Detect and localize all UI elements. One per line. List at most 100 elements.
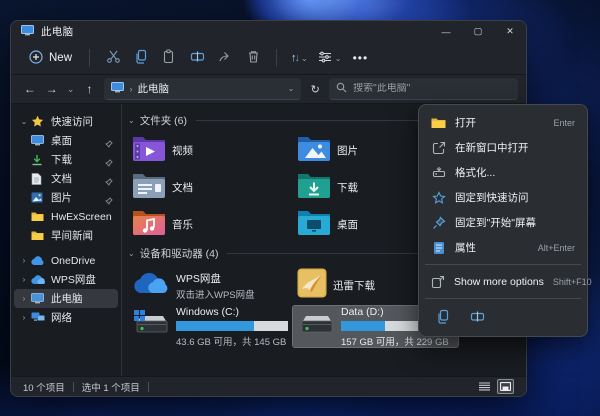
desktop-folder-icon (297, 208, 331, 241)
address-bar[interactable]: › 此电脑 ⌄ (104, 78, 301, 100)
downloads-folder-icon (297, 171, 331, 204)
folder-tile-videos[interactable]: 视频 (128, 132, 293, 169)
pictures-icon (31, 191, 45, 204)
chevron-right-icon[interactable]: › (18, 256, 30, 265)
chevron-down-icon: ⌄ (335, 54, 342, 63)
search-input[interactable] (353, 83, 511, 94)
folder-tile-music[interactable]: 音乐 (128, 206, 293, 243)
sidebar-item-onedrive[interactable]: › OneDrive (14, 251, 118, 270)
menu-item-format[interactable]: 格式化... (423, 160, 583, 185)
chevron-down-icon: ⌄ (301, 54, 308, 63)
breadcrumb[interactable]: 此电脑 (137, 81, 169, 96)
chevron-down-icon[interactable]: ⌄ (18, 117, 30, 126)
window-title: 此电脑 (41, 24, 73, 39)
copy-icon (436, 309, 451, 327)
format-drive-icon (431, 166, 446, 179)
menu-item-open[interactable]: 打开 Enter (423, 110, 583, 135)
menu-item-pin-quick-access[interactable]: 固定到快速访问 (423, 185, 583, 210)
chevron-right-icon[interactable]: › (18, 275, 30, 284)
large-icons-view-button[interactable] (497, 379, 514, 394)
rename-icon (190, 49, 205, 67)
star-icon (31, 115, 45, 128)
share-icon (218, 49, 233, 67)
this-pc-icon (21, 23, 34, 41)
open-new-window-icon (431, 141, 446, 155)
delete-button[interactable] (239, 46, 267, 70)
menu-separator (425, 298, 581, 299)
folder-tile-documents[interactable]: 文档 (128, 169, 293, 206)
device-tile-drive-c[interactable]: Windows (C:) 43.6 GB 可用，共 145 GB (128, 306, 293, 347)
chevron-right-icon[interactable]: › (18, 294, 30, 303)
forward-button[interactable]: → (41, 78, 63, 100)
up-button[interactable]: ↑ (79, 78, 101, 100)
thunder-download-icon (297, 268, 327, 303)
this-pc-icon (111, 80, 124, 98)
pictures-folder-icon (297, 134, 331, 167)
share-button[interactable] (211, 46, 239, 70)
sidebar-item-documents[interactable]: 文档 (14, 169, 118, 188)
sidebar-item-network[interactable]: › 网络 (14, 308, 118, 327)
status-bar: 10 个项目 选中 1 个项目 (11, 376, 526, 396)
sidebar-item-pictures[interactable]: 图片 (14, 188, 118, 207)
sidebar-item-downloads[interactable]: 下载 (14, 150, 118, 169)
trash-icon (246, 49, 261, 67)
title-bar[interactable]: 此电脑 — ▢ ✕ (11, 21, 526, 42)
drive-usage-bar (176, 321, 288, 331)
sidebar-item-wps-cloud[interactable]: › WPS网盘 (14, 270, 118, 289)
chevron-down-icon[interactable]: ⌄ (288, 84, 295, 93)
copy-button[interactable] (431, 307, 455, 329)
close-button[interactable]: ✕ (494, 21, 526, 42)
sidebar-item-zaojianxinwen[interactable]: 早间新闻 (14, 226, 118, 245)
recent-locations-button[interactable]: ⌄ (63, 78, 79, 100)
chevron-right-icon[interactable]: › (18, 313, 30, 322)
sidebar-item-this-pc[interactable]: › 此电脑 (14, 289, 118, 308)
more-options-button[interactable]: ••• (346, 46, 374, 70)
refresh-button[interactable]: ↻ (304, 78, 326, 100)
folder-icon (31, 229, 45, 242)
download-icon (31, 153, 45, 166)
pushpin-icon (431, 216, 446, 230)
view-button[interactable]: ⌄ (313, 46, 347, 70)
device-tile-wps-cloud[interactable]: WPS网盘 双击进入WPS网盘 (128, 265, 293, 306)
new-button-label: New (49, 52, 72, 64)
rename-button[interactable] (183, 46, 211, 70)
documents-folder-icon (132, 171, 166, 204)
paste-button[interactable] (155, 46, 183, 70)
search-box (329, 78, 518, 100)
toolbar-separator (89, 49, 90, 67)
chevron-down-icon[interactable]: ⌄ (128, 249, 135, 258)
selected-count: 选中 1 个项目 (82, 380, 140, 394)
sidebar-item-hwexscreen[interactable]: HwExScreen (14, 207, 118, 226)
music-folder-icon (132, 208, 166, 241)
details-view-button[interactable] (476, 379, 493, 394)
menu-item-properties[interactable]: 属性 Alt+Enter (423, 235, 583, 260)
sidebar-item-desktop[interactable]: 桌面 (14, 131, 118, 150)
search-icon (336, 80, 347, 98)
network-icon (31, 311, 45, 324)
cloud-icon (31, 254, 45, 267)
sort-button[interactable]: ↑↓ ⌄ (286, 46, 313, 70)
menu-quick-actions (423, 303, 583, 331)
status-separator (148, 382, 149, 392)
menu-item-show-more-options[interactable]: Show more options Shift+F10 (423, 269, 583, 294)
chevron-down-icon[interactable]: ⌄ (128, 116, 135, 125)
cut-icon (106, 49, 121, 67)
copy-button[interactable] (127, 46, 155, 70)
drive-icon (297, 309, 335, 344)
menu-item-pin-start[interactable]: 固定到"开始"屏幕 (423, 210, 583, 235)
minimize-button[interactable]: — (430, 21, 462, 42)
folder-open-icon (431, 117, 446, 129)
toolbar-separator (276, 49, 277, 67)
rename-button[interactable] (465, 307, 489, 329)
maximize-button[interactable]: ▢ (462, 21, 494, 42)
back-button[interactable]: ← (19, 78, 41, 100)
properties-icon (431, 241, 446, 255)
star-outline-icon (431, 191, 446, 205)
sidebar-item-quick-access[interactable]: ⌄ 快速访问 (14, 112, 118, 131)
document-icon (31, 172, 45, 185)
cut-button[interactable] (99, 46, 127, 70)
new-button[interactable]: New (21, 46, 80, 71)
folder-icon (31, 210, 45, 223)
menu-item-open-new-window[interactable]: 在新窗口中打开 (423, 135, 583, 160)
breadcrumb-separator: › (129, 84, 132, 94)
